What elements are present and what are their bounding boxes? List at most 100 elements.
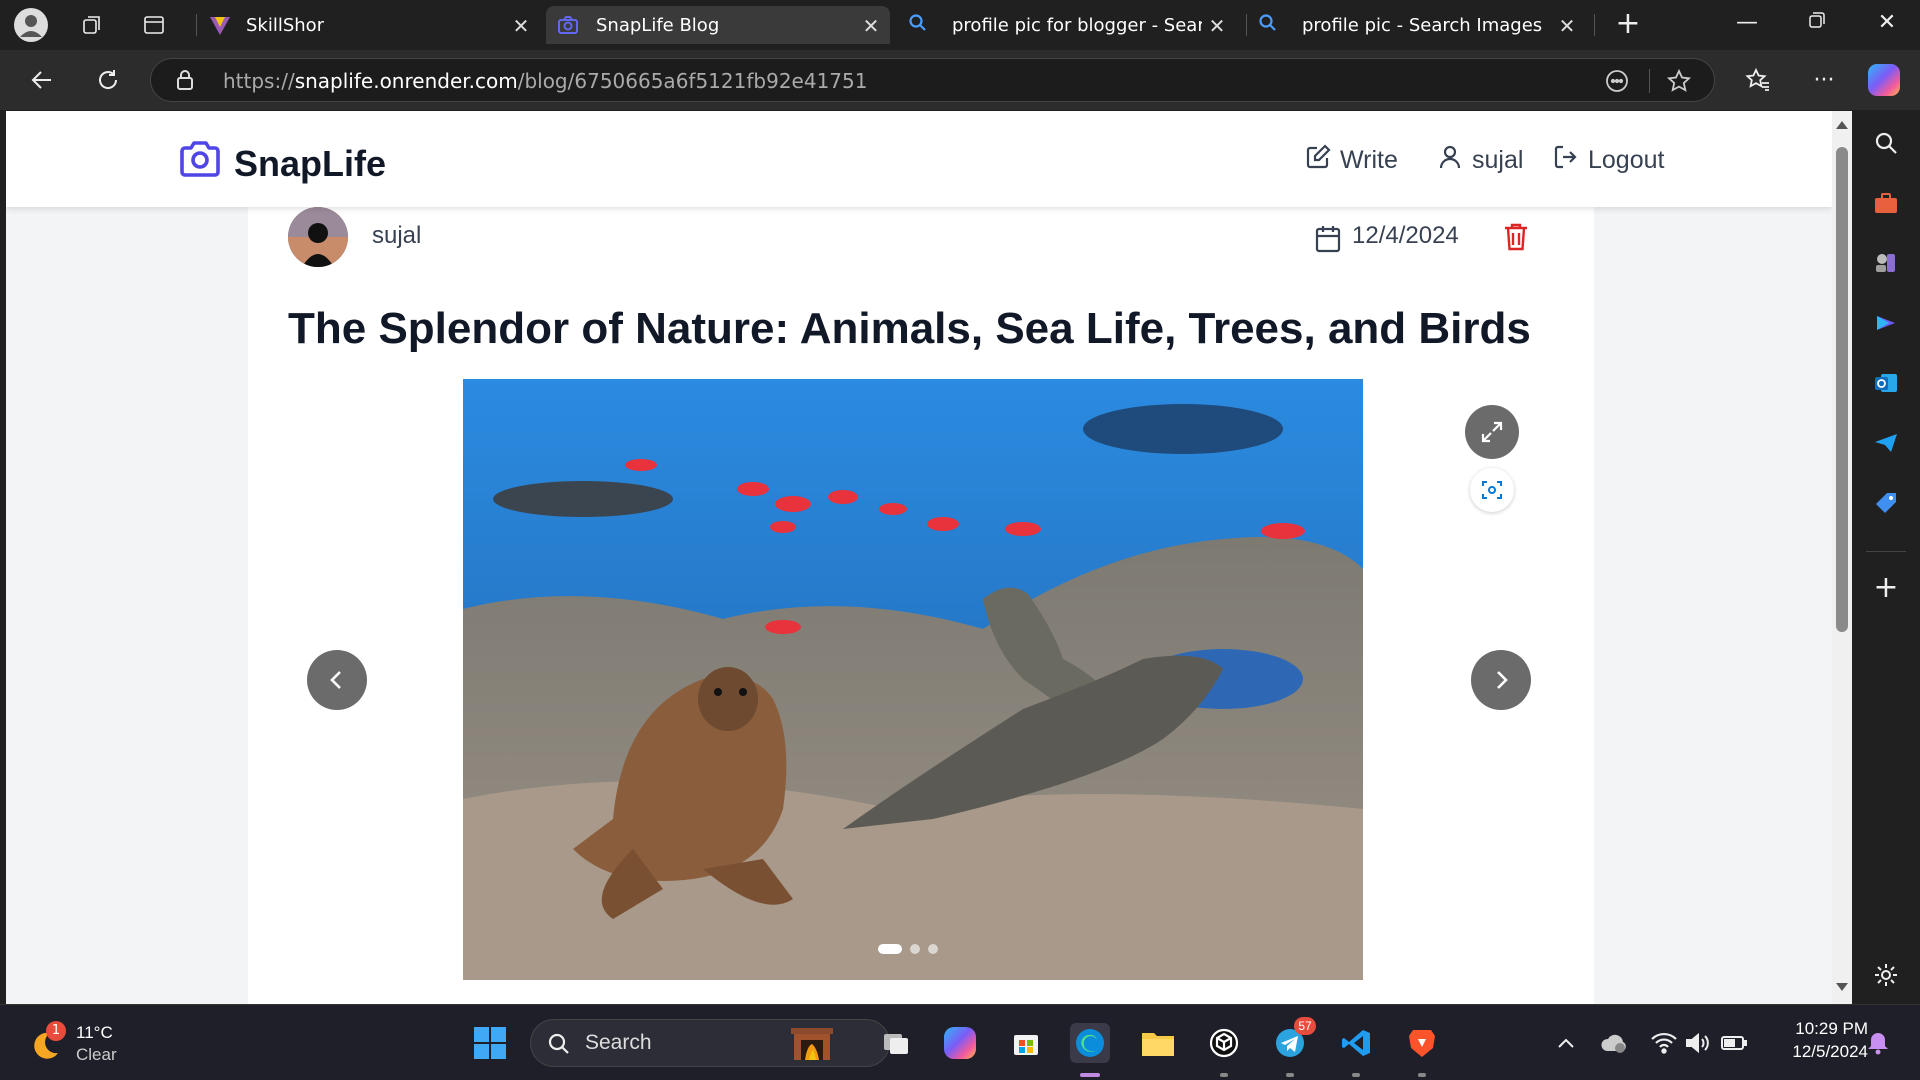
copilot-icon[interactable]	[1868, 64, 1900, 96]
logout-link[interactable]: Logout	[1552, 143, 1664, 178]
weather-temp: 11°C	[76, 1023, 113, 1042]
reading-mode-icon[interactable]	[1604, 68, 1630, 98]
sidebar-shopping-tag-icon[interactable]	[1870, 487, 1902, 519]
user-icon	[1436, 143, 1464, 178]
weather-widget[interactable]: 1 11°C Clear	[24, 1021, 134, 1067]
address-bar[interactable]: https://snaplife.onrender.com/blog/67506…	[150, 58, 1715, 102]
onedrive-weather-icon[interactable]	[1594, 1023, 1634, 1063]
logout-icon	[1552, 143, 1580, 178]
sidebar-outlook-icon[interactable]	[1870, 367, 1902, 399]
carousel-next-button[interactable]	[1471, 650, 1531, 710]
tab-close-icon[interactable]: ✕	[1556, 14, 1578, 38]
skillshor-favicon-icon	[208, 13, 232, 37]
write-label: Write	[1340, 146, 1398, 174]
search-favicon-icon	[908, 13, 928, 38]
battery-icon[interactable]	[1714, 1023, 1754, 1063]
edit-icon	[1304, 143, 1332, 178]
sidebar-send-icon[interactable]	[1870, 427, 1902, 459]
notification-bell-icon[interactable]	[1858, 1023, 1898, 1063]
tab-title: profile pic - Search Images	[1302, 14, 1543, 36]
brand-logo[interactable]: SnapLife	[178, 139, 386, 188]
running-indicator	[1220, 1073, 1228, 1077]
chatgpt-icon[interactable]	[1204, 1023, 1244, 1063]
scrollbar-thumb[interactable]	[1836, 147, 1848, 632]
tab-separator	[1246, 14, 1247, 36]
copilot-taskbar-icon[interactable]	[940, 1023, 980, 1063]
edge-active-indicator	[1080, 1073, 1100, 1077]
taskbar-search-box[interactable]: Search	[530, 1019, 890, 1067]
search-placeholder: Search	[585, 1031, 652, 1054]
brave-icon[interactable]	[1402, 1023, 1442, 1063]
tab-close-icon[interactable]: ✕	[860, 14, 882, 38]
sidebar-games-icon[interactable]	[1870, 247, 1902, 279]
author-name[interactable]: sujal	[372, 222, 421, 250]
favorite-star-icon[interactable]	[1666, 68, 1692, 98]
search-icon	[547, 1032, 571, 1060]
sidebar-search-icon[interactable]	[1870, 127, 1902, 159]
author-avatar[interactable]	[288, 207, 348, 267]
vscode-icon[interactable]	[1336, 1023, 1376, 1063]
carousel-dot[interactable]	[928, 944, 938, 954]
tab-skillshor[interactable]: SkillShor ✕	[200, 6, 540, 44]
carousel-dot[interactable]	[878, 944, 902, 954]
post-title: The Splendor of Nature: Animals, Sea Lif…	[288, 304, 1531, 353]
tab-snaplife-blog[interactable]: SnapLife Blog ✕	[546, 6, 890, 44]
lock-icon[interactable]	[175, 69, 195, 95]
close-window-icon[interactable]: ✕	[1872, 10, 1902, 35]
start-windows-icon[interactable]	[470, 1023, 510, 1063]
tab-profile-pic-blogger-search[interactable]: profile pic for blogger - Search ✕	[900, 6, 1236, 44]
edge-taskbar-icon[interactable]	[1070, 1023, 1110, 1063]
tab-close-icon[interactable]: ✕	[1206, 14, 1228, 38]
tab-title: SkillShor	[246, 14, 325, 36]
url-host: snaplife.onrender.com	[294, 69, 518, 93]
user-profile-link[interactable]: sujal	[1436, 143, 1523, 178]
browser-toolbar: https://snaplife.onrender.com/blog/67506…	[0, 50, 1920, 110]
running-indicator	[1418, 1073, 1426, 1077]
profile-avatar-icon[interactable]	[14, 8, 48, 42]
microsoft-store-icon[interactable]	[1006, 1023, 1046, 1063]
task-view-icon[interactable]	[876, 1023, 916, 1063]
post-image-sea-lion-iguanas[interactable]	[463, 379, 1363, 980]
favorites-icon[interactable]	[1740, 62, 1776, 98]
tab-actions-icon[interactable]	[136, 7, 172, 43]
weather-desc: Clear	[76, 1045, 117, 1064]
calendar-icon	[1314, 224, 1342, 258]
refresh-icon[interactable]	[90, 62, 126, 98]
restore-icon[interactable]	[1802, 10, 1832, 35]
visual-search-icon[interactable]	[1470, 468, 1514, 512]
show-hidden-icons-chevron-icon[interactable]	[1546, 1023, 1586, 1063]
windows-taskbar: 1 11°C Clear Search 57 10:29 PM 12/5/202…	[0, 1004, 1920, 1080]
url-text[interactable]: https://snaplife.onrender.com/blog/67506…	[223, 69, 867, 93]
more-menu-icon[interactable]: ···	[1806, 62, 1842, 98]
tab-title: SnapLife Blog	[596, 14, 720, 36]
tab-close-icon[interactable]: ✕	[510, 14, 532, 38]
expand-image-icon[interactable]	[1465, 405, 1519, 459]
telegram-badge: 57	[1294, 1017, 1316, 1035]
workspaces-icon[interactable]	[74, 7, 110, 43]
sidebar-settings-icon[interactable]	[1870, 959, 1902, 991]
sidebar-copilot-icon[interactable]	[1870, 307, 1902, 339]
back-icon[interactable]	[24, 62, 60, 98]
sidebar-tools-icon[interactable]	[1870, 187, 1902, 219]
running-indicator	[1286, 1073, 1294, 1077]
clock[interactable]: 10:29 PM 12/5/2024	[1768, 1019, 1868, 1062]
minimize-icon[interactable]: —	[1732, 10, 1762, 35]
edge-sidebar: +	[1852, 111, 1920, 1004]
tab-profile-pic-search-images[interactable]: profile pic - Search Images ✕	[1250, 6, 1586, 44]
snaplife-favicon-icon	[556, 13, 580, 37]
volume-icon[interactable]	[1678, 1023, 1718, 1063]
scroll-up-icon[interactable]	[1836, 121, 1848, 129]
username-label: sujal	[1472, 146, 1524, 174]
file-explorer-icon[interactable]	[1138, 1023, 1178, 1063]
weather-badge: 1	[46, 1021, 66, 1041]
scroll-down-icon[interactable]	[1836, 983, 1848, 991]
sidebar-add-icon[interactable]: +	[1870, 570, 1902, 605]
delete-trash-icon[interactable]	[1502, 221, 1530, 257]
new-tab-icon[interactable]: +	[1613, 6, 1643, 41]
page-scrollbar[interactable]	[1832, 111, 1852, 1004]
carousel-dot[interactable]	[910, 944, 920, 954]
write-link[interactable]: Write	[1304, 143, 1398, 178]
browser-tab-bar: SkillShor ✕ SnapLife Blog ✕ profile pic …	[0, 0, 1920, 50]
carousel-prev-button[interactable]	[307, 650, 367, 710]
clock-time: 10:29 PM	[1795, 1019, 1868, 1038]
